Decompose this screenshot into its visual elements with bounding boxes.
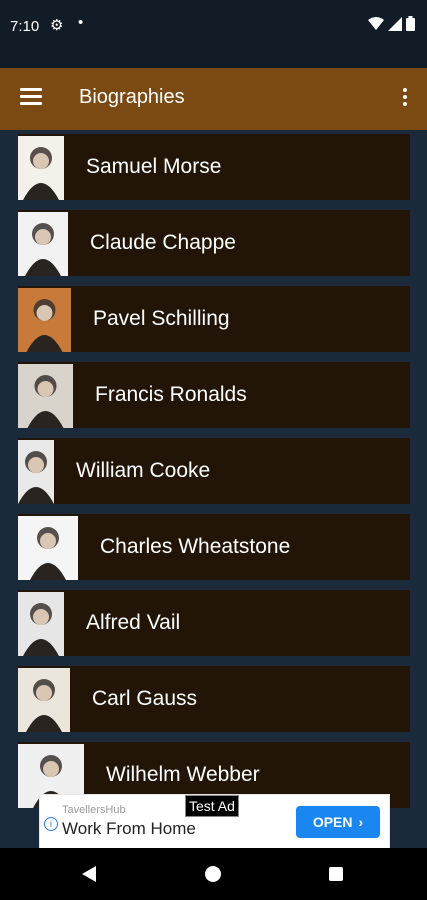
person-name: William Cooke xyxy=(76,459,211,482)
list-item[interactable]: William Cooke xyxy=(18,438,410,504)
status-icons xyxy=(368,16,415,31)
app-title: Biographies xyxy=(79,86,185,108)
list-item[interactable]: Charles Wheatstone xyxy=(18,514,410,580)
person-name: Francis Ronalds xyxy=(95,383,247,406)
portrait-thumbnail xyxy=(18,211,68,276)
ad-source: TavellersHub xyxy=(62,804,126,816)
person-name: Wilhelm Webber xyxy=(106,763,260,786)
portrait-thumbnail xyxy=(18,439,54,504)
list-item[interactable]: Samuel Morse xyxy=(18,134,410,200)
biography-list: Samuel Morse Claude Chappe Pavel Schilling… xyxy=(18,134,410,818)
navigation-bar xyxy=(0,848,427,900)
portrait-thumbnail xyxy=(18,363,73,428)
status-bar: 7:10 ⚙ • xyxy=(0,0,427,68)
list-item[interactable]: Francis Ronalds xyxy=(18,362,410,428)
person-name: Alfred Vail xyxy=(86,611,181,634)
person-name: Carl Gauss xyxy=(92,687,198,710)
status-time: 7:10 xyxy=(10,18,40,35)
portrait-thumbnail xyxy=(18,287,71,352)
list-item[interactable]: Carl Gauss xyxy=(18,666,410,732)
ad-open-button[interactable]: OPEN › xyxy=(296,806,380,838)
ad-headline: Work From Home xyxy=(62,819,196,838)
portrait-thumbnail xyxy=(18,667,70,732)
person-name: Charles Wheatstone xyxy=(100,535,291,558)
person-name: Pavel Schilling xyxy=(93,307,230,330)
hamburger-menu-icon[interactable] xyxy=(20,88,42,106)
person-name: Claude Chappe xyxy=(90,231,236,254)
list-item[interactable]: Alfred Vail xyxy=(18,590,410,656)
person-name: Samuel Morse xyxy=(86,155,222,178)
wifi-icon xyxy=(368,16,384,30)
overflow-menu-icon[interactable] xyxy=(403,88,409,109)
ad-label: Test Ad xyxy=(185,795,239,817)
recent-apps-icon[interactable] xyxy=(329,867,343,881)
settings-gear-icon: ⚙ xyxy=(50,17,64,34)
portrait-thumbnail xyxy=(18,515,78,580)
signal-icon xyxy=(388,16,402,31)
list-item[interactable]: Claude Chappe xyxy=(18,210,410,276)
back-icon[interactable] xyxy=(82,866,96,882)
app-bar: Biographies xyxy=(0,68,427,130)
portrait-thumbnail xyxy=(18,135,64,200)
ad-banner[interactable]: i TavellersHub Work From Home Test Ad OP… xyxy=(39,794,390,849)
ad-info-icon[interactable]: i xyxy=(44,817,58,831)
ad-open-label: OPEN xyxy=(312,814,353,830)
notification-dot-icon: • xyxy=(78,14,84,31)
battery-icon xyxy=(406,16,415,31)
list-item[interactable]: Pavel Schilling xyxy=(18,286,410,352)
home-icon[interactable] xyxy=(205,866,221,882)
chevron-right-icon: › xyxy=(358,814,364,830)
portrait-thumbnail xyxy=(18,591,64,656)
